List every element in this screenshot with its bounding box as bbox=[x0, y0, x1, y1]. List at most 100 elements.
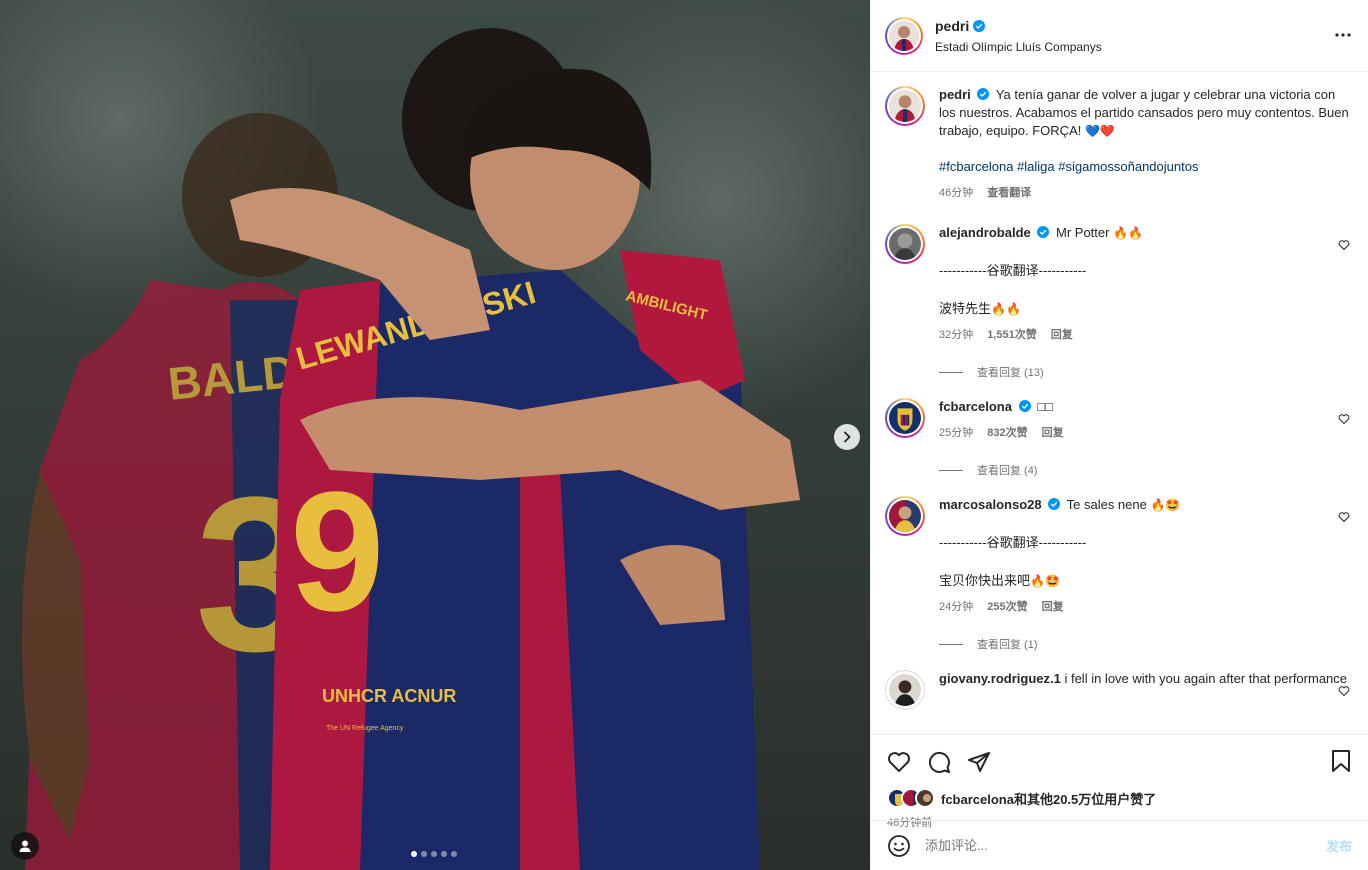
comment-text: Te sales nene bbox=[1066, 497, 1147, 512]
like-comment-button[interactable] bbox=[1338, 684, 1350, 702]
avatar-image bbox=[889, 228, 921, 260]
jersey-sponsor-sub: The UN Refugee Agency bbox=[326, 725, 404, 732]
commenter-avatar[interactable] bbox=[885, 670, 925, 710]
chevron-right-icon bbox=[844, 431, 851, 443]
share-paper-plane-icon[interactable] bbox=[967, 750, 991, 774]
avatar-image bbox=[889, 90, 921, 122]
post-header: pedri Estadi Olímpic Lluís Companys bbox=[871, 0, 1368, 72]
like-comment-button[interactable] bbox=[1338, 238, 1350, 256]
carousel-dot bbox=[421, 851, 427, 857]
author-avatar[interactable] bbox=[885, 86, 925, 126]
translation-header: -----------谷歌翻译----------- bbox=[939, 263, 1087, 278]
comment-item: fcbarcelona □□ 25分钟 832次赞 回复 bbox=[885, 398, 1354, 442]
view-replies-button[interactable]: 查看回复 (4) bbox=[939, 462, 1354, 478]
divider bbox=[939, 469, 963, 471]
bookmark-icon bbox=[1332, 750, 1350, 772]
jersey-back-number: 9 bbox=[290, 457, 385, 647]
comment-likes[interactable]: 255次赞 bbox=[987, 598, 1027, 616]
author-username[interactable]: pedri bbox=[935, 18, 969, 34]
heart-icon bbox=[1338, 686, 1350, 697]
comment-text: i fell in love with you again after that… bbox=[1064, 671, 1348, 686]
commenter-username[interactable]: fcbarcelona bbox=[939, 399, 1012, 414]
fcbarcelona-crest-icon bbox=[889, 402, 921, 434]
commenter-username[interactable]: giovany.rodriguez.1 bbox=[939, 671, 1061, 686]
carousel-dot bbox=[441, 851, 447, 857]
post-photo: BALDE 3 LEWANDOWSKI 9 UNHCR ACNUR The UN… bbox=[0, 0, 870, 870]
view-replies-button[interactable]: 查看回复 (1) bbox=[939, 636, 1354, 652]
avatar-image bbox=[889, 674, 921, 706]
carousel-dot bbox=[451, 851, 457, 857]
commenter-avatar[interactable] bbox=[885, 224, 925, 264]
post-media[interactable]: BALDE 3 LEWANDOWSKI 9 UNHCR ACNUR The UN… bbox=[0, 0, 870, 870]
comment-likes[interactable]: 832次赞 bbox=[987, 424, 1027, 442]
caption-emoji: 💙❤️ bbox=[1084, 124, 1115, 138]
avatar-image bbox=[889, 20, 919, 51]
translation-emoji: 🔥🤩 bbox=[1030, 574, 1060, 588]
heart-icon bbox=[1338, 240, 1350, 251]
divider bbox=[939, 371, 963, 373]
commenter-username[interactable]: marcosalonso28 bbox=[939, 497, 1042, 512]
translation-header: -----------谷歌翻译----------- bbox=[939, 535, 1087, 550]
caption-time[interactable]: 46分钟 bbox=[939, 184, 973, 202]
carousel-dot bbox=[431, 851, 437, 857]
more-options-button[interactable] bbox=[1334, 26, 1352, 49]
emoji-icon[interactable] bbox=[887, 834, 911, 858]
view-replies-label: 查看回复 (13) bbox=[977, 367, 1044, 379]
likes-text[interactable]: fcbarcelona和其他20.5万位用户赞了 bbox=[941, 789, 1156, 808]
post-comment-button[interactable]: 发布 bbox=[1326, 836, 1352, 855]
reply-button[interactable]: 回复 bbox=[1042, 598, 1064, 616]
reply-button[interactable]: 回复 bbox=[1042, 424, 1064, 442]
author-avatar[interactable] bbox=[885, 16, 923, 55]
comment-time[interactable]: 24分钟 bbox=[939, 598, 973, 616]
comment-item: giovany.rodriguez.1 i fell in love with … bbox=[885, 670, 1354, 710]
comment-bubble-icon[interactable] bbox=[927, 750, 951, 774]
like-comment-button[interactable] bbox=[1338, 510, 1350, 528]
comment-emoji: 🔥🔥 bbox=[1113, 226, 1143, 240]
save-button[interactable] bbox=[1330, 749, 1352, 778]
view-replies-label: 查看回复 (1) bbox=[977, 639, 1038, 651]
likes-summary[interactable]: fcbarcelona和其他20.5万位用户赞了 bbox=[887, 788, 1354, 808]
hashtags[interactable]: #fcbarcelona #laliga #sigamossoñandojunt… bbox=[939, 158, 1354, 176]
post-side-panel: pedri Estadi Olímpic Lluís Companys pedr… bbox=[870, 0, 1368, 870]
comment-item: alejandrobalde Mr Potter 🔥🔥 -----------谷… bbox=[885, 224, 1354, 344]
commenter-username[interactable]: alejandrobalde bbox=[939, 225, 1031, 240]
liker-avatar bbox=[915, 788, 935, 808]
reply-button[interactable]: 回复 bbox=[1051, 326, 1073, 344]
post-location[interactable]: Estadi Olímpic Lluís Companys bbox=[935, 40, 1102, 54]
user-icon bbox=[19, 840, 31, 852]
divider bbox=[939, 643, 963, 645]
comment-input[interactable] bbox=[925, 838, 1326, 853]
translation-text: 宝贝你快出来吧 bbox=[939, 573, 1031, 588]
jersey-sponsor: UNHCR ACNUR bbox=[322, 686, 456, 706]
translation-emoji: 🔥🔥 bbox=[991, 302, 1021, 316]
comments-list[interactable]: pedri Ya tenía ganar de volver a jugar y… bbox=[871, 72, 1368, 734]
view-replies-label: 查看回复 (4) bbox=[977, 465, 1038, 477]
verified-badge-icon bbox=[977, 88, 990, 100]
carousel-dot bbox=[411, 851, 417, 857]
like-comment-button[interactable] bbox=[1338, 412, 1350, 430]
comment-emoji: 🔥🤩 bbox=[1150, 498, 1181, 512]
like-heart-icon[interactable] bbox=[887, 750, 911, 774]
translation-text: 波特先生 bbox=[939, 301, 992, 316]
commenter-avatar[interactable] bbox=[885, 398, 925, 438]
commenter-avatar[interactable] bbox=[885, 496, 925, 536]
caption: pedri Ya tenía ganar de volver a jugar y… bbox=[885, 86, 1354, 202]
caption-username[interactable]: pedri bbox=[939, 87, 971, 102]
heart-icon bbox=[1338, 414, 1350, 425]
comment-likes[interactable]: 1,551次赞 bbox=[987, 326, 1037, 344]
heart-icon bbox=[1338, 512, 1350, 523]
verified-badge-icon bbox=[1018, 400, 1031, 412]
more-horizontal-icon bbox=[1335, 33, 1351, 37]
tagged-users-button[interactable] bbox=[11, 832, 39, 860]
comment-text: □□ bbox=[1037, 399, 1053, 414]
view-replies-button[interactable]: 查看回复 (13) bbox=[939, 364, 1354, 380]
add-comment-bar: 发布 bbox=[871, 820, 1368, 870]
comment-time[interactable]: 32分钟 bbox=[939, 326, 973, 344]
avatar-image bbox=[889, 500, 921, 532]
verified-badge-icon bbox=[973, 19, 986, 32]
translate-link[interactable]: 查看翻译 bbox=[987, 184, 1031, 202]
comment-item: marcosalonso28 Te sales nene 🔥🤩 --------… bbox=[885, 496, 1354, 616]
comment-text: Mr Potter bbox=[1056, 225, 1110, 240]
comment-time[interactable]: 25分钟 bbox=[939, 424, 973, 442]
next-slide-button[interactable] bbox=[834, 424, 860, 450]
